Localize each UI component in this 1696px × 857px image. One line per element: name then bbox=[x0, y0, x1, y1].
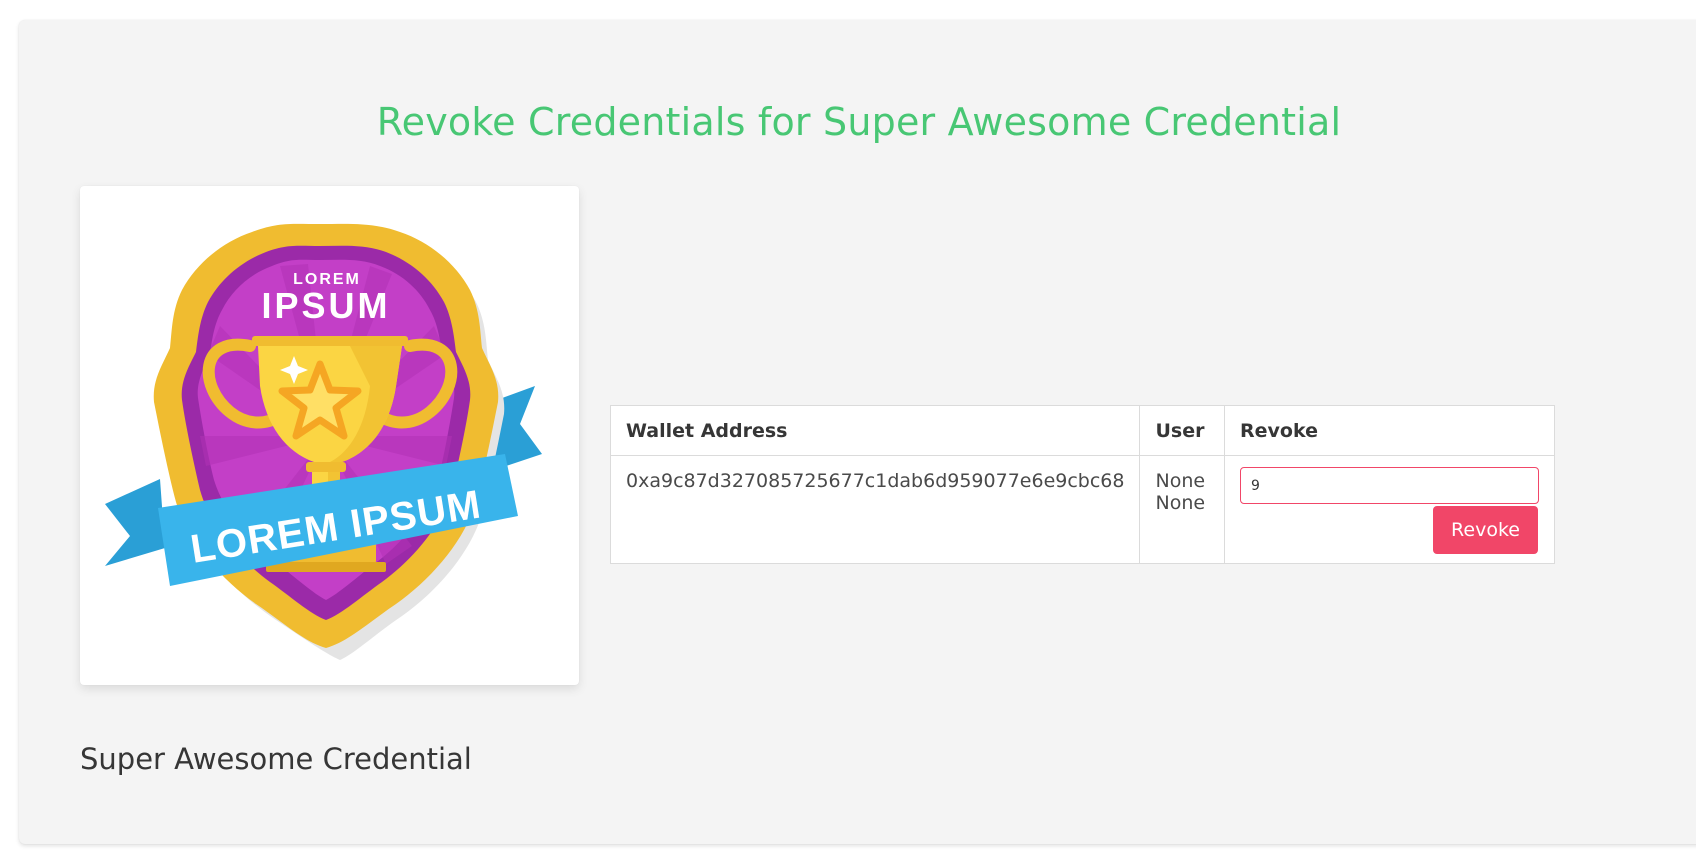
trophy-badge-icon: LOREM IPSUM LOREM IPSUM bbox=[105, 223, 542, 660]
revoke-button[interactable]: Revoke bbox=[1432, 505, 1539, 555]
page-title: Revoke Credentials for Super Awesome Cre… bbox=[376, 100, 1342, 144]
column-header-user: User bbox=[1139, 405, 1225, 456]
table-row: 0xa9c87d327085725677c1dab6d959077e6e9cbc… bbox=[609, 455, 1555, 564]
badge-top-large-text: IPSUM bbox=[261, 285, 390, 326]
table-header-row: Wallet Address User Revoke bbox=[609, 405, 1555, 456]
credential-image: LOREM IPSUM LOREM IPSUM bbox=[80, 186, 579, 685]
credential-name: Super Awesome Credential bbox=[80, 742, 472, 776]
wallet-address-cell: 0xa9c87d327085725677c1dab6d959077e6e9cbc… bbox=[609, 455, 1141, 564]
revoke-input[interactable] bbox=[1240, 467, 1539, 504]
user-cell: None None bbox=[1139, 455, 1225, 564]
column-header-revoke: Revoke bbox=[1224, 405, 1555, 456]
main-card: Revoke Credentials for Super Awesome Cre… bbox=[19, 20, 1696, 844]
credentials-table: Wallet Address User Revoke 0xa9c87d32708… bbox=[609, 405, 1555, 564]
column-header-wallet-address: Wallet Address bbox=[609, 405, 1141, 456]
revoke-cell: Revoke bbox=[1224, 455, 1555, 564]
